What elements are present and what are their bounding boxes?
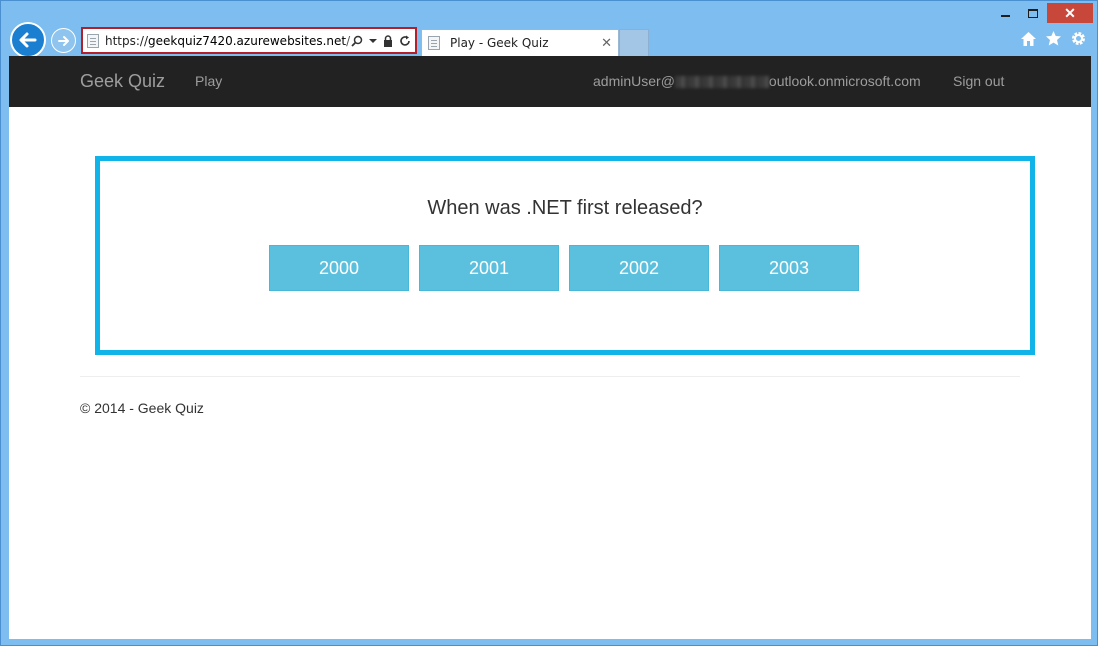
new-tab-button[interactable]: [619, 29, 649, 56]
minimize-icon: [1000, 15, 1010, 17]
window-controls: ✕: [991, 3, 1093, 23]
forward-arrow-icon: [57, 35, 69, 46]
tab-close-icon[interactable]: ✕: [601, 35, 612, 51]
gear-icon[interactable]: [1070, 30, 1087, 47]
nav-play-link[interactable]: Play: [195, 73, 222, 89]
brand-link[interactable]: Geek Quiz: [80, 71, 165, 92]
option-button-2001[interactable]: 2001: [419, 245, 559, 291]
footer-divider: [80, 376, 1020, 377]
option-button-2002[interactable]: 2002: [569, 245, 709, 291]
redacted-email: [674, 76, 769, 89]
url-path: /: [346, 33, 351, 48]
back-button[interactable]: [10, 22, 46, 58]
sign-out-link[interactable]: Sign out: [953, 73, 1004, 89]
home-icon[interactable]: [1020, 30, 1037, 47]
user-prefix: adminUser@: [593, 73, 675, 89]
site-navbar: Geek Quiz Play adminUser@ outlook.onmicro…: [9, 56, 1091, 107]
tab-page-icon: [428, 36, 440, 50]
option-button-2000[interactable]: 2000: [269, 245, 409, 291]
url-host: geekquiz7420.azurewebsites.net: [148, 33, 347, 48]
url-scheme: https://: [105, 33, 149, 48]
browser-window: ✕ https://geekquiz7420.azurewebsites.net…: [0, 0, 1098, 646]
quiz-options: 2000 2001 2002 2003: [269, 245, 859, 291]
address-bar[interactable]: https://geekquiz7420.azurewebsites.net/: [81, 27, 417, 54]
dropdown-icon[interactable]: [369, 38, 377, 44]
refresh-icon[interactable]: [399, 35, 411, 47]
option-button-2003[interactable]: 2003: [719, 245, 859, 291]
nav-user-link[interactable]: adminUser@ outlook.onmicrosoft.com: [593, 73, 921, 89]
user-suffix: outlook.onmicrosoft.com: [768, 73, 921, 89]
quiz-question: When was .NET first released?: [427, 197, 703, 219]
footer-copyright: © 2014 - Geek Quiz: [80, 400, 204, 416]
close-window-button[interactable]: ✕: [1047, 3, 1093, 23]
close-icon: ✕: [1064, 4, 1076, 21]
quiz-panel: When was .NET first released? 2000 2001 …: [95, 156, 1035, 355]
browser-toolbar: [1020, 30, 1087, 47]
page-icon: [87, 33, 99, 48]
maximize-button[interactable]: [1019, 3, 1047, 23]
search-icon[interactable]: [351, 35, 363, 47]
minimize-button[interactable]: [991, 3, 1019, 23]
address-bar-icons: [351, 34, 411, 47]
forward-button[interactable]: [51, 28, 76, 53]
page-viewport: Geek Quiz Play adminUser@ outlook.onmicro…: [9, 56, 1091, 639]
url-text[interactable]: https://geekquiz7420.azurewebsites.net/: [105, 34, 351, 48]
back-arrow-icon: [19, 32, 37, 48]
tab-title: Play - Geek Quiz: [450, 36, 549, 50]
tab-play-geek-quiz[interactable]: Play - Geek Quiz ✕: [421, 29, 619, 56]
favorites-star-icon[interactable]: [1045, 30, 1062, 47]
maximize-icon: [1028, 8, 1038, 18]
lock-icon[interactable]: [383, 34, 393, 47]
